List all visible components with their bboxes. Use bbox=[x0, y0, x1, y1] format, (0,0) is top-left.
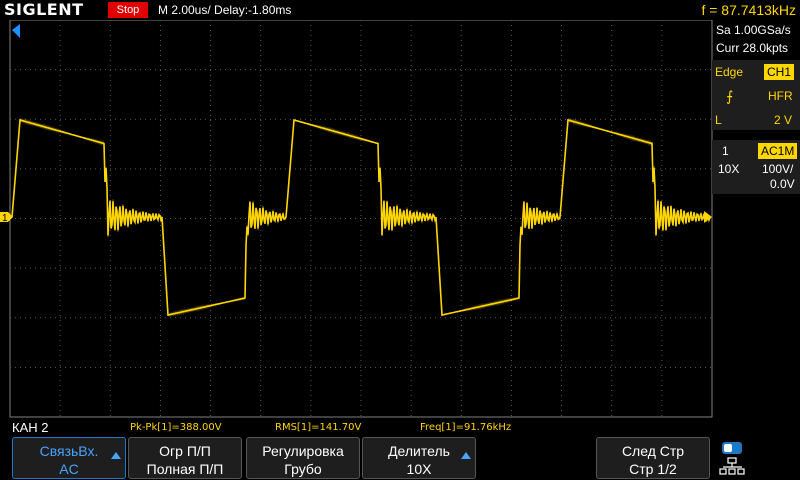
chevron-up-icon bbox=[461, 452, 471, 459]
channel-panel[interactable]: 1 AC1M 10X 100V/ 0.0V bbox=[712, 140, 800, 194]
softkey-value: AC bbox=[59, 461, 79, 477]
softkey-coupling[interactable]: СвязьВх. AC bbox=[12, 437, 126, 479]
softkey-label: Делитель bbox=[388, 443, 450, 459]
brand-logo: SIGLENT bbox=[4, 0, 84, 19]
chevron-up-icon bbox=[111, 452, 121, 459]
network-icon bbox=[719, 457, 745, 475]
measure-freq: Freq[1]=91.76kHz bbox=[420, 422, 512, 433]
sample-rate: Sa 1.00GSa/s bbox=[716, 23, 791, 37]
vertical-scale: 100V/ bbox=[762, 162, 794, 176]
rising-edge-icon: ⨍ bbox=[726, 88, 734, 104]
softkey-value: Грубо bbox=[284, 461, 322, 477]
softkey-probe[interactable]: Делитель 10X bbox=[362, 437, 476, 479]
channel-number: 1 bbox=[722, 144, 729, 158]
softkey-label: Регулировка bbox=[262, 443, 344, 459]
trigger-coupling: HFR bbox=[768, 89, 793, 103]
toggle-knob bbox=[724, 444, 732, 452]
softkey-label: Огр П/П bbox=[159, 443, 211, 459]
channel-coupling: AC1M bbox=[758, 143, 798, 159]
softkey-bandwidth-limit[interactable]: Огр П/П Полная П/П bbox=[128, 437, 242, 479]
softkey-value: Полная П/П bbox=[146, 461, 224, 477]
softkey-value: 10X bbox=[406, 461, 432, 477]
frequency-counter: f = 87.7413kHz bbox=[701, 2, 796, 18]
trigger-source: CH1 bbox=[764, 64, 795, 80]
menu-channel-label: КАН 2 bbox=[12, 420, 49, 435]
ch1-marker-label: 1 bbox=[2, 213, 8, 224]
softkey-label: СвязьВх. bbox=[39, 443, 99, 459]
timebase-readout: M 2.00us/ Delay:-1.80ms bbox=[158, 3, 292, 17]
status-icons bbox=[719, 442, 745, 475]
trigger-level-value: 2 V bbox=[774, 113, 793, 127]
measure-pkpk: Pk-Pk[1]=388.00V bbox=[130, 422, 222, 433]
trigger-panel[interactable]: Edge CH1 ⨍ HFR L 2 V bbox=[712, 60, 800, 130]
probe-ratio: 10X bbox=[718, 162, 740, 176]
softkey-adjust[interactable]: Регулировка Грубо bbox=[246, 437, 360, 479]
trigger-level-label: L bbox=[715, 113, 722, 127]
measure-rms: RMS[1]=141.70V bbox=[275, 422, 362, 433]
softkey-next-page[interactable]: След Стр Стр 1/2 bbox=[596, 437, 710, 479]
memory-depth: Curr 28.0kpts bbox=[716, 41, 789, 55]
softkey-label: След Стр bbox=[621, 443, 685, 459]
info-panel: Sa 1.00GSa/s Curr 28.0kpts Edge CH1 ⨍ HF… bbox=[712, 20, 800, 196]
run-stop-badge[interactable]: Stop bbox=[108, 2, 148, 18]
waveform-display[interactable]: 1 bbox=[0, 20, 720, 420]
vertical-offset: 0.0V bbox=[770, 177, 795, 191]
softkey-value: Стр 1/2 bbox=[629, 461, 677, 477]
trigger-type: Edge bbox=[715, 65, 744, 79]
